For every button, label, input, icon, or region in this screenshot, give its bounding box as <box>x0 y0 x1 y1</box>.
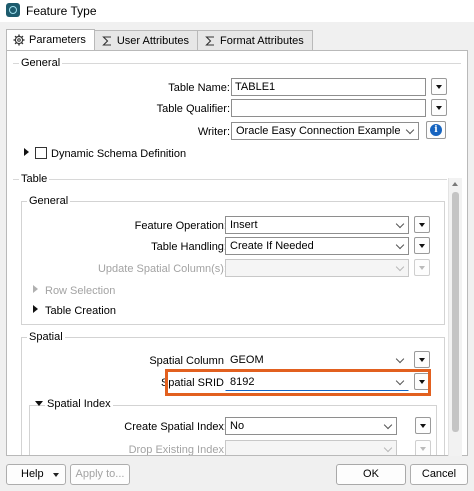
chevron-down-icon <box>405 125 415 135</box>
table-creation-label[interactable]: Table Creation <box>45 305 116 317</box>
spatial-column-label: Spatial Column: <box>149 355 227 367</box>
expand-icon[interactable] <box>33 285 38 293</box>
section-title-general: General <box>19 57 63 69</box>
tab-parameters[interactable]: Parameters <box>6 29 95 50</box>
title-bar: Feature Type <box>0 0 474 22</box>
create-spatial-index-select[interactable]: No <box>225 417 397 435</box>
tab-label: Format Attributes <box>220 34 304 47</box>
chevron-down-icon <box>395 219 405 229</box>
apply-to-button[interactable]: Apply to... <box>70 464 130 485</box>
create-spatial-index-label: Create Spatial Index: <box>124 421 227 433</box>
vertical-scrollbar[interactable] <box>448 178 462 456</box>
expand-icon[interactable] <box>24 148 29 156</box>
spatial-column-menu-button[interactable] <box>414 351 430 368</box>
update-spatial-columns-label: Update Spatial Column(s): <box>97 263 227 275</box>
tab-format-attributes[interactable]: Format Attributes <box>197 30 313 50</box>
chevron-down-icon <box>395 240 405 250</box>
sigma-icon <box>102 35 111 46</box>
feature-operation-menu-button[interactable] <box>414 216 430 233</box>
drop-existing-index-select[interactable] <box>225 440 397 455</box>
row-selection-label[interactable]: Row Selection <box>45 285 115 297</box>
dialog-footer: Help Apply to... OK Cancel <box>0 458 474 491</box>
tab-label: User Attributes <box>116 34 189 47</box>
scroll-up-icon[interactable] <box>452 182 458 186</box>
group-title-spatial: Spatial <box>27 331 65 343</box>
chevron-down-icon <box>395 262 405 272</box>
table-handling-label: Table Handling: <box>151 241 227 253</box>
chevron-down-icon <box>53 473 59 477</box>
gear-icon <box>13 34 25 46</box>
tab-label: Parameters <box>29 34 86 46</box>
table-handling-menu-button[interactable] <box>414 237 430 254</box>
tab-user-attributes[interactable]: User Attributes <box>93 30 198 50</box>
feature-operation-label: Feature Operation: <box>134 220 227 232</box>
app-icon <box>6 3 20 17</box>
table-name-label: Table Name: <box>168 82 230 94</box>
group-title-general: General <box>27 195 71 207</box>
dynamic-schema-label: Dynamic Schema Definition <box>51 148 187 160</box>
update-spatial-columns-select[interactable] <box>225 259 409 277</box>
cancel-button[interactable]: Cancel <box>410 464 468 485</box>
table-name-input[interactable]: TABLE1 <box>231 78 426 96</box>
spatial-srid-highlight <box>165 369 431 396</box>
table-handling-select[interactable]: Create If Needed <box>225 237 409 255</box>
table-qualifier-input[interactable] <box>231 99 426 117</box>
window-title: Feature Type <box>26 4 97 18</box>
chevron-down-icon <box>383 420 393 430</box>
ok-button[interactable]: OK <box>336 464 406 485</box>
help-button[interactable]: Help <box>6 464 66 485</box>
scrollbar-thumb[interactable] <box>452 192 459 432</box>
collapse-icon[interactable] <box>35 401 43 406</box>
spatial-column-select[interactable]: GEOM <box>225 351 409 369</box>
divider <box>13 179 447 180</box>
writer-label: Writer: <box>197 126 230 138</box>
table-qualifier-menu-button[interactable] <box>431 99 447 116</box>
update-spatial-columns-menu-button[interactable] <box>414 259 430 276</box>
divider <box>13 63 461 64</box>
create-spatial-index-menu-button[interactable] <box>415 417 431 434</box>
dynamic-schema-checkbox[interactable] <box>35 147 47 159</box>
feature-operation-select[interactable]: Insert <box>225 216 409 234</box>
writer-info-button[interactable]: i <box>426 121 446 139</box>
chevron-down-icon <box>383 443 393 453</box>
writer-select[interactable]: Oracle Easy Connection Example [ORACI <box>231 122 419 140</box>
table-name-menu-button[interactable] <box>431 78 447 95</box>
drop-existing-index-label: Drop Existing Index: <box>128 444 227 456</box>
group-title-spatial-index: Spatial Index <box>45 398 113 410</box>
info-icon: i <box>430 124 442 136</box>
sigma-icon <box>205 35 214 46</box>
drop-existing-index-menu-button[interactable] <box>415 440 431 455</box>
chevron-down-icon <box>395 354 405 364</box>
tab-bar: Parameters User Attributes Format Attrib… <box>6 29 313 50</box>
table-qualifier-label: Table Qualifier: <box>156 103 230 115</box>
section-title-table: Table <box>19 173 50 185</box>
expand-icon[interactable] <box>33 305 38 313</box>
